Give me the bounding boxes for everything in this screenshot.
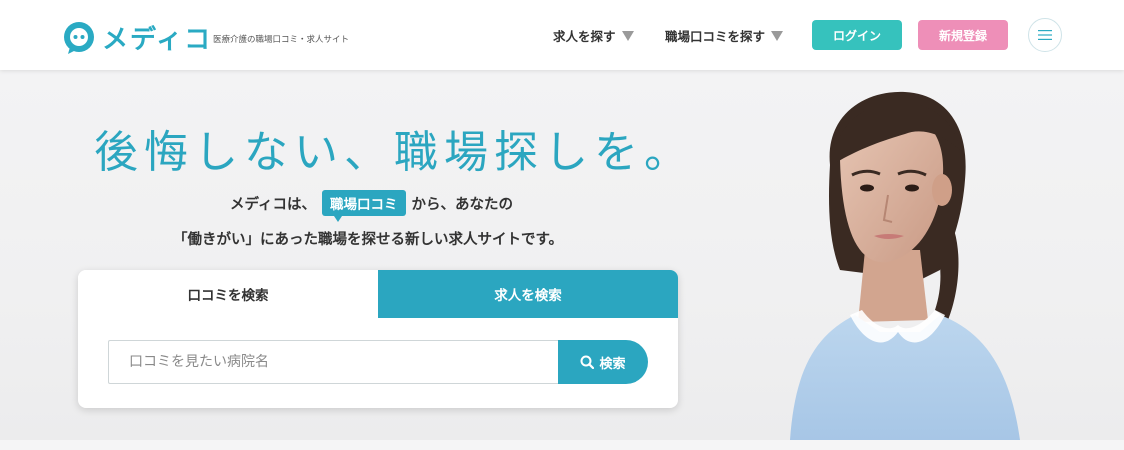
hospital-search-input[interactable] xyxy=(108,340,560,384)
hamburger-icon xyxy=(1038,30,1052,40)
register-button[interactable]: 新規登録 xyxy=(918,20,1008,50)
intro-text-after: から、あなたの xyxy=(411,196,514,213)
bottom-band xyxy=(0,440,1124,450)
login-button[interactable]: ログイン xyxy=(812,20,902,50)
chat-bubble-logo-icon xyxy=(62,21,96,55)
site-tagline: 医療介護の職場口コミ・求人サイト xyxy=(213,35,350,45)
search-button[interactable]: 検索 xyxy=(558,340,648,384)
search-icon xyxy=(580,355,595,369)
intro-text-before: メディコは、 xyxy=(230,196,316,213)
tab-review-search[interactable]: 口コミを検索 xyxy=(78,270,378,318)
intro-badge: 職場口コミ xyxy=(322,190,406,222)
nav-find-jobs[interactable]: 求人を探す xyxy=(553,26,634,45)
hero-intro-line1: メディコは、 職場口コミ から、あなたの xyxy=(230,190,514,222)
nurse-photo xyxy=(790,91,1020,440)
site-header: メディコ 医療介護の職場口コミ・求人サイト 求人を探す 職場口コミを探す ログイ… xyxy=(0,0,1124,70)
logo-text: メディコ xyxy=(102,25,213,55)
hero-section: 後悔しない、職場探しを。 メディコは、 職場口コミ から、あなたの 「働きがい」… xyxy=(0,70,1124,440)
site-logo[interactable]: メディコ xyxy=(62,19,212,56)
menu-button[interactable] xyxy=(1028,18,1062,52)
hero-headline: 後悔しない、職場探しを。 xyxy=(94,127,694,178)
nav-label: 職場口コミを探す xyxy=(665,29,766,44)
hero-intro-line2: 「働きがい」にあった職場を探せる新しい求人サイトです。 xyxy=(173,232,564,248)
search-card: 口コミを検索 求人を検索 検索 xyxy=(78,270,678,408)
caret-down-icon xyxy=(621,30,634,41)
nav-find-reviews[interactable]: 職場口コミを探す xyxy=(665,26,784,45)
tab-job-search[interactable]: 求人を検索 xyxy=(378,270,678,318)
caret-down-icon xyxy=(771,30,784,41)
nav-label: 求人を探す xyxy=(553,29,616,44)
search-button-label: 検索 xyxy=(599,356,626,372)
